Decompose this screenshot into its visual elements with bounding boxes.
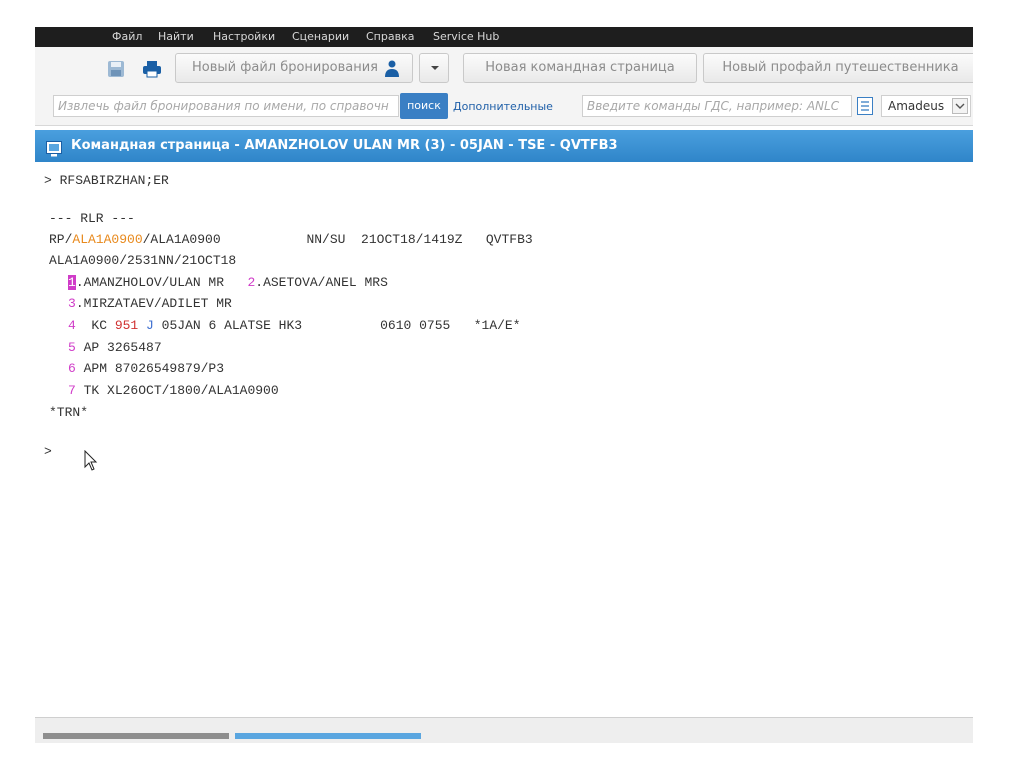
input-prompt[interactable]: > xyxy=(44,444,52,459)
passenger-line-3: 3.MIRZATAEV/ADILET MR xyxy=(68,296,232,311)
rlr-header: --- RLR --- xyxy=(49,211,135,226)
search-bar: Извлечь файл бронирования по имени, по с… xyxy=(35,91,973,126)
menu-service-hub[interactable]: Service Hub xyxy=(433,30,499,43)
status-bar xyxy=(35,717,973,743)
chevron-down-icon xyxy=(952,98,968,114)
rp-line: RP/ALA1A0900/ALA1A0900 NN/SU 21OCT18/141… xyxy=(49,232,533,247)
command-line: > RFSABIRZHAN;ER xyxy=(44,173,169,188)
mobile-line: 6 APM 87026549879/P3 xyxy=(68,361,225,376)
line-number-3: 3 xyxy=(68,296,76,311)
menu-scenarios[interactable]: Сценарии xyxy=(292,30,349,43)
person-icon xyxy=(384,60,400,78)
new-traveler-profile-button[interactable]: Новый профайл путешественника xyxy=(703,53,973,83)
menu-find[interactable]: Найти xyxy=(158,30,194,43)
status-tab-2[interactable] xyxy=(235,733,421,739)
new-command-page-label: Новая командная страница xyxy=(485,60,675,75)
new-command-page-button[interactable]: Новая командная страница xyxy=(463,53,697,83)
menu-help[interactable]: Справка xyxy=(366,30,414,43)
flight-number: 951 xyxy=(114,318,139,333)
gds-command-input[interactable]: Введите команды ГДС, например: ANLC xyxy=(582,95,852,117)
entered-command: RFSABIRZHAN;ER xyxy=(59,173,169,188)
line-number-1: 1 xyxy=(68,275,76,290)
passenger-line-1: 1.AMANZHOLOV/ULAN MR 2.ASETOVA/ANEL MRS xyxy=(68,275,388,290)
advanced-search-link[interactable]: Дополнительные xyxy=(453,100,553,113)
segment-line: 4 KC 951 J 05JAN 6 ALATSE HK3 0610 0755 … xyxy=(68,318,521,333)
gds-system-value: Amadeus xyxy=(888,99,945,113)
command-page-title-bar: Командная страница - AMANZHOLOV ULAN MR … xyxy=(35,130,973,162)
new-traveler-profile-label: Новый профайл путешественника xyxy=(722,60,959,75)
command-output[interactable]: > RFSABIRZHAN;ER --- RLR --- RP/ALA1A090… xyxy=(35,162,973,717)
notepad-icon[interactable] xyxy=(857,97,873,115)
new-booking-file-button[interactable]: Новый файл бронирования xyxy=(175,53,413,83)
app-window: Файл Найти Настройки Сценарии Справка Se… xyxy=(35,27,973,748)
booking-class: J xyxy=(146,318,154,333)
new-booking-label: Новый файл бронирования xyxy=(192,60,378,75)
mouse-cursor-icon xyxy=(84,449,98,472)
gds-system-select[interactable]: Amadeus xyxy=(881,95,971,117)
menu-bar: Файл Найти Настройки Сценарии Справка Se… xyxy=(35,27,973,47)
terminal-icon xyxy=(46,138,62,157)
prompt: > xyxy=(44,173,52,188)
line-number-4: 4 xyxy=(68,318,76,333)
search-button[interactable]: поиск xyxy=(400,93,448,119)
caret-down-icon xyxy=(431,66,439,70)
page-title: Командная страница - AMANZHOLOV ULAN MR … xyxy=(71,138,618,153)
ticketing-line: 7 TK XL26OCT/1800/ALA1A0900 xyxy=(68,383,279,398)
menu-settings[interactable]: Настройки xyxy=(213,30,275,43)
toolbar: Новый файл бронирования Новая командная … xyxy=(35,47,973,91)
office-id: ALA1A0900 xyxy=(72,232,143,247)
booking-dropdown-button[interactable] xyxy=(419,53,449,83)
line-number-7: 7 xyxy=(68,383,76,398)
floppy-disk-icon[interactable] xyxy=(107,60,125,78)
printer-icon[interactable] xyxy=(142,60,162,78)
office-line: ALA1A0900/2531NN/21OCT18 xyxy=(49,253,237,268)
line-number-5: 5 xyxy=(68,340,76,355)
phone-line: 5 AP 3265487 xyxy=(68,340,162,355)
status-tab-1[interactable] xyxy=(43,733,229,739)
trn-marker: *TRN* xyxy=(49,405,89,420)
menu-file[interactable]: Файл xyxy=(112,30,142,43)
booking-search-input[interactable]: Извлечь файл бронирования по имени, по с… xyxy=(53,95,399,117)
line-number-6: 6 xyxy=(68,361,76,376)
